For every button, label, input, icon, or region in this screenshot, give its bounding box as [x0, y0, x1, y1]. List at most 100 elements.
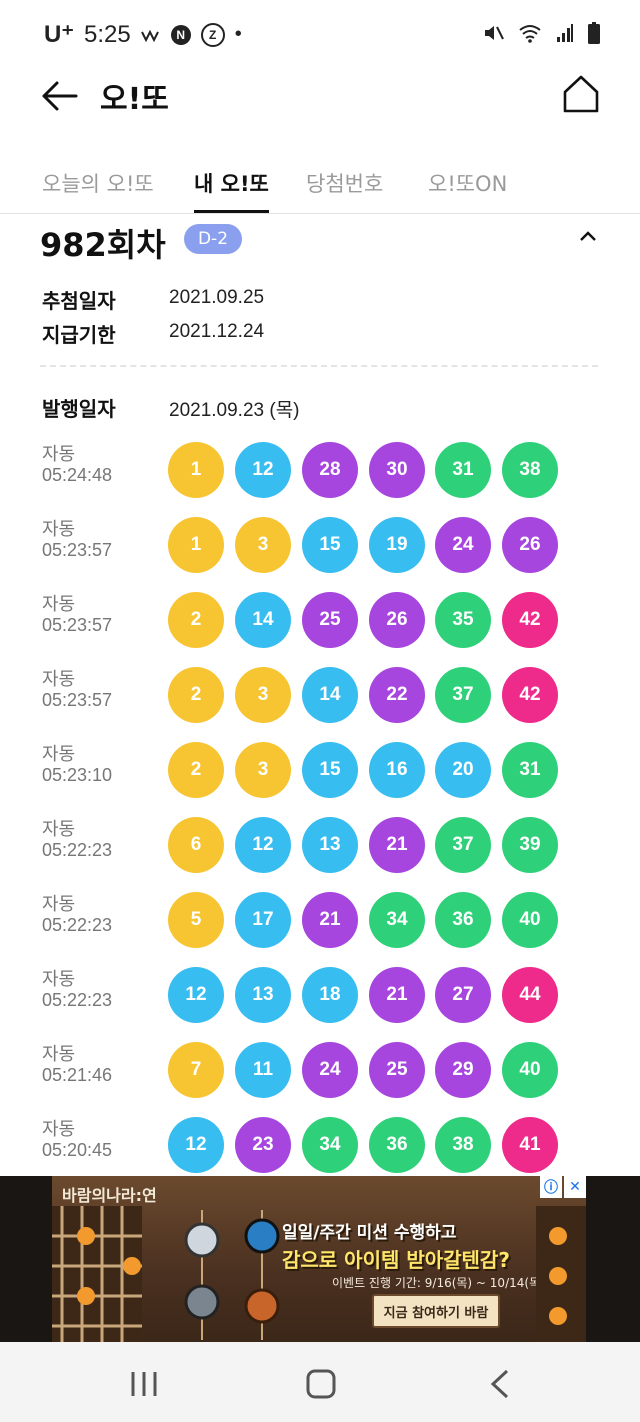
lotto-ball: 31 [502, 742, 558, 798]
carrier-label: U⁺ [44, 21, 74, 48]
lotto-ball: 21 [369, 967, 425, 1023]
tab-winning-numbers[interactable]: 당첨번호 [306, 168, 383, 198]
lotto-ball: 27 [435, 967, 491, 1023]
back-arrow-icon[interactable] [40, 76, 80, 116]
page-title: 오!또 [100, 82, 169, 117]
lotto-ball: 1 [168, 517, 224, 573]
ad-creative[interactable]: 바람의나라:연 ⓘ ✕ 일일/주간 미션 수행하고 감으로 아이템 받아갈텐감?… [52, 1176, 586, 1342]
lotto-ball: 6 [168, 817, 224, 873]
lotto-ball: 12 [235, 442, 291, 498]
lotto-ball: 40 [502, 892, 558, 948]
ticket-type: 자동 [42, 594, 76, 615]
lotto-ball: 7 [168, 1042, 224, 1098]
battery-icon [588, 22, 600, 44]
ticket-time: 05:22:23 [42, 990, 113, 1010]
lotto-ball: 44 [502, 967, 558, 1023]
draw-date-value: 2021.09.25 [169, 287, 265, 308]
lotto-ball: 14 [235, 592, 291, 648]
lotto-ball: 3 [235, 667, 291, 723]
lotto-ball: 15 [302, 742, 358, 798]
divider [40, 365, 598, 367]
lotto-ball: 19 [369, 517, 425, 573]
ad-lattice-decoration [52, 1206, 142, 1342]
lotto-ball: 25 [302, 592, 358, 648]
lotto-ball: 13 [235, 967, 291, 1023]
lotto-ball: 34 [369, 892, 425, 948]
mute-icon [485, 26, 504, 40]
lotto-ball: 13 [302, 817, 358, 873]
wave-icon [140, 29, 159, 42]
ticket-type: 자동 [42, 1044, 76, 1065]
lotto-ball: 3 [235, 742, 291, 798]
status-bar: U⁺ 5:25 N Z • [0, 0, 640, 70]
lotto-ball: 15 [302, 517, 358, 573]
lotto-ball: 40 [502, 1042, 558, 1098]
lotto-ball: 18 [302, 967, 358, 1023]
ticket-time: 05:23:57 [42, 690, 113, 710]
notif-more-dot: • [234, 23, 242, 45]
ticket-time: 05:21:46 [42, 1065, 113, 1085]
wifi-icon [519, 25, 541, 43]
home-button-icon[interactable] [301, 1364, 341, 1404]
ticket-row: 자동 05:22:23 12 13 18 21 27 44 [0, 965, 640, 1040]
lotto-ball: 39 [502, 817, 558, 873]
lotto-ball: 11 [235, 1042, 291, 1098]
lotto-ball: 2 [168, 592, 224, 648]
ticket-type: 자동 [42, 669, 76, 690]
lotto-ball: 21 [302, 892, 358, 948]
lotto-ball: 29 [435, 1042, 491, 1098]
lotto-ball: 16 [369, 742, 425, 798]
clock: 5:25 [84, 20, 131, 48]
tab-ohto-on[interactable]: 오!또ON [428, 168, 507, 198]
tab-today[interactable]: 오늘의 오!또 [42, 168, 154, 198]
lotto-ball: 24 [435, 517, 491, 573]
ticket-time: 05:22:23 [42, 915, 113, 935]
back-button-icon[interactable] [481, 1364, 521, 1404]
ad-period: 이벤트 진행 기간: 9/16(목) ~ 10/14(목) [332, 1276, 545, 1290]
lotto-ball: 22 [369, 667, 425, 723]
lotto-ball: 38 [502, 442, 558, 498]
lotto-ball: 30 [369, 442, 425, 498]
app-bar: 오!또 [0, 70, 640, 130]
ad-headline-2: 감으로 아이템 받아갈텐감? [282, 1248, 510, 1272]
issue-date-label: 발행일자 [42, 397, 116, 421]
home-icon[interactable] [562, 74, 600, 114]
chevron-up-icon[interactable] [578, 226, 598, 246]
ticket-type: 자동 [42, 1119, 76, 1140]
lotto-ball: 12 [168, 967, 224, 1023]
ticket-row: 자동 05:23:57 1 3 15 19 24 26 [0, 515, 640, 590]
lotto-ball: 2 [168, 667, 224, 723]
lotto-ball: 26 [369, 592, 425, 648]
tab-bar: 오늘의 오!또 내 오!또 당첨번호 오!또ON [0, 160, 640, 214]
ticket-type: 자동 [42, 444, 76, 465]
lotto-ball: 1 [168, 442, 224, 498]
ticket-type: 자동 [42, 969, 76, 990]
ad-headline: 일일/주간 미션 수행하고 [282, 1223, 457, 1243]
ad-banner[interactable]: 바람의나라:연 ⓘ ✕ 일일/주간 미션 수행하고 감으로 아이템 받아갈텐감?… [0, 1176, 640, 1342]
lotto-ball: 20 [435, 742, 491, 798]
recent-apps-icon[interactable] [124, 1364, 164, 1404]
draw-date-label: 추첨일자 [42, 289, 116, 313]
lotto-ball: 12 [235, 817, 291, 873]
ad-close-icon[interactable]: ✕ [564, 1176, 586, 1198]
signal-icon [557, 24, 573, 42]
ticket-type: 자동 [42, 519, 76, 540]
lotto-ball: 37 [435, 817, 491, 873]
lotto-ball: 17 [235, 892, 291, 948]
lotto-ball: 31 [435, 442, 491, 498]
tab-my-ohto[interactable]: 내 오!또 [194, 168, 269, 213]
ticket-row: 자동 05:21:46 7 11 24 25 29 40 [0, 1040, 640, 1115]
lotto-ball: 12 [168, 1117, 224, 1173]
lotto-ball: 2 [168, 742, 224, 798]
ad-cta-button[interactable]: 지금 참여하기 바람 [372, 1294, 500, 1328]
status-left: U⁺ 5:25 N Z • [44, 20, 242, 49]
ticket-type: 자동 [42, 744, 76, 765]
system-nav-bar [0, 1342, 640, 1422]
ad-info-icon[interactable]: ⓘ [540, 1176, 562, 1198]
lotto-ball: 5 [168, 892, 224, 948]
round-title: 982회차 [40, 226, 166, 264]
ticket-time: 05:20:45 [42, 1140, 113, 1160]
ticket-row: 자동 05:23:57 2 14 25 26 35 42 [0, 590, 640, 665]
notif-z-icon: Z [200, 22, 225, 47]
lotto-ball: 26 [502, 517, 558, 573]
